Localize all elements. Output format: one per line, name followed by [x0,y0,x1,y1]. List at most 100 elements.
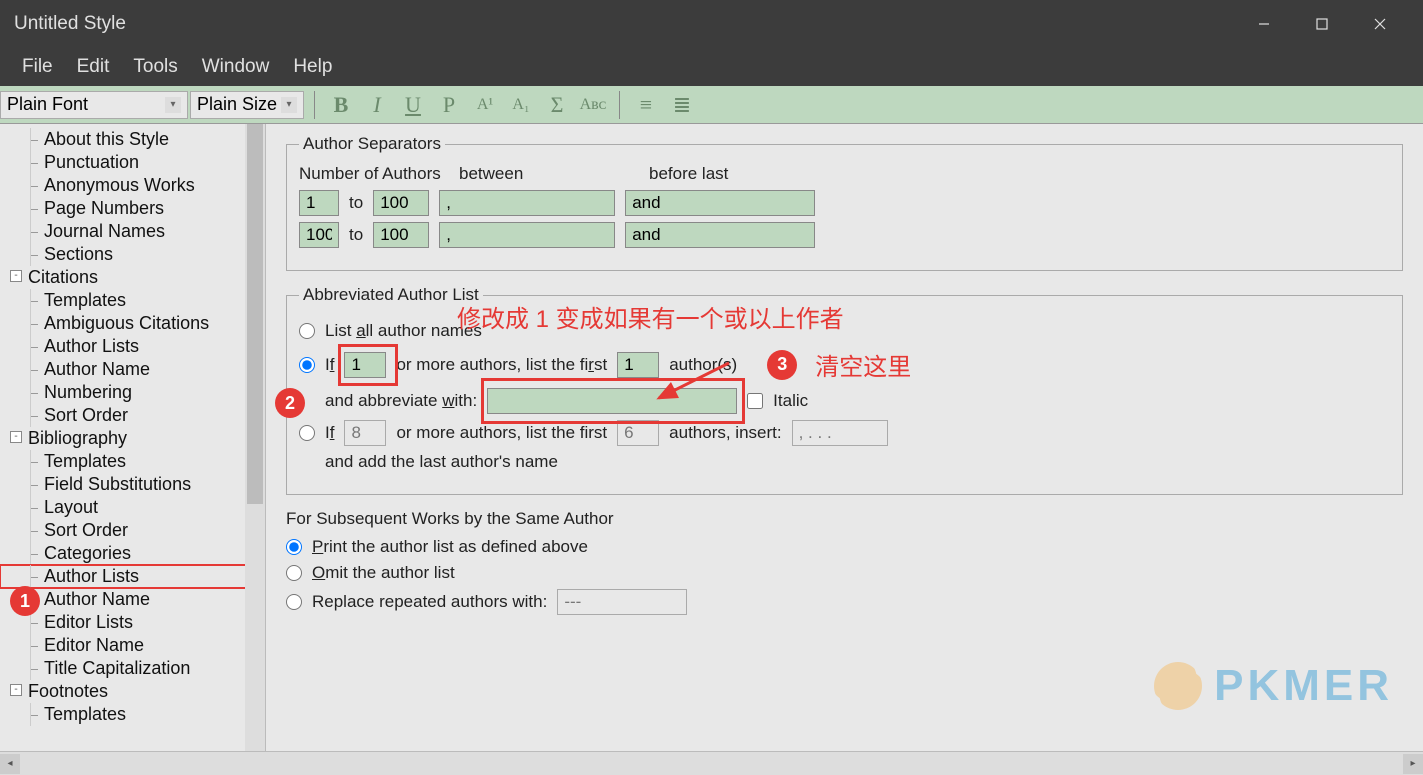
superscript-button[interactable]: A¹ [467,91,503,119]
tree-item[interactable]: Categories [0,542,265,565]
tree-item[interactable]: Punctuation [0,151,265,174]
menu-help[interactable]: Help [281,50,344,84]
authors-to-1[interactable] [373,190,429,216]
tree-item[interactable]: Sections [0,243,265,266]
insert-input[interactable] [792,420,888,446]
tree-item[interactable]: Field Substitutions [0,473,265,496]
header-number: Number of Authors [299,164,449,184]
underline-button[interactable]: U [395,91,431,119]
horizontal-scrollbar[interactable]: ◂ ▸ [0,751,1423,775]
align-left-button[interactable]: ≡ [628,91,664,119]
authors-to-2[interactable] [373,222,429,248]
minimize-button[interactable] [1235,0,1293,48]
tree-item-label: Title Capitalization [44,658,190,678]
between-2[interactable] [439,222,615,248]
font-combo-label: Plain Font [7,94,88,115]
tree-item[interactable]: Sort Order [0,404,265,427]
abbrev-with-input[interactable] [487,388,737,414]
smallcaps-button[interactable]: Aʙᴄ [575,91,611,119]
radio-replace[interactable] [286,594,302,610]
radio-list-all[interactable] [299,323,315,339]
expand-icon[interactable]: - [10,431,22,443]
tree-group[interactable]: -Bibliography [0,427,265,450]
to-label: to [349,193,363,213]
first-value-2[interactable] [617,420,659,446]
tree-item[interactable]: Editor Name [0,634,265,657]
replace-input[interactable] [557,589,687,615]
tree-item[interactable]: Templates [0,450,265,473]
tree-item[interactable]: Templates [0,289,265,312]
sidebar-scrollbar[interactable] [245,124,265,751]
author-separators-group: Author Separators Number of Authors betw… [286,134,1403,271]
radio-if-2[interactable] [299,425,315,441]
tree-item[interactable]: Author Name [0,358,265,381]
label-italic: Italic [773,391,808,411]
tree-item-label: Ambiguous Citations [44,313,209,333]
font-combo[interactable]: Plain Font ▾ [0,91,188,119]
expand-icon[interactable]: - [10,684,22,696]
authors-from-2[interactable] [299,222,339,248]
between-1[interactable] [439,190,615,216]
tree-item-label: Author Lists [44,566,139,586]
tree-item[interactable]: About this Style [0,128,265,151]
menu-window[interactable]: Window [190,50,282,84]
expand-icon[interactable]: - [10,270,22,282]
tree-group[interactable]: -Citations [0,266,265,289]
tree-item[interactable]: Page Numbers [0,197,265,220]
if-value-1[interactable] [344,352,386,378]
tree-item[interactable]: Journal Names [0,220,265,243]
radio-omit[interactable] [286,565,302,581]
first-value-1[interactable] [617,352,659,378]
tree-item-label: Editor Lists [44,612,133,632]
content-panel: Author Separators Number of Authors betw… [266,124,1423,751]
tree-group[interactable]: -Footnotes [0,680,265,703]
size-combo[interactable]: Plain Size▾ [190,91,304,119]
tree-item-label: Footnotes [28,681,108,701]
if-value-2[interactable] [344,420,386,446]
format-toolbar: Plain Font▾ Plain Size▾ B I U P A¹ A₁ Σ … [0,86,1423,124]
tree-item-label: Bibliography [28,428,127,448]
menu-edit[interactable]: Edit [65,50,122,84]
bold-button[interactable]: B [323,91,359,119]
symbol-button[interactable]: Σ [539,91,575,119]
tree-item[interactable]: Anonymous Works [0,174,265,197]
label-insert: authors, insert: [669,423,781,443]
tree-item[interactable]: Ambiguous Citations [0,312,265,335]
radio-if-1[interactable] [299,357,315,373]
italic-button[interactable]: I [359,91,395,119]
tree-item-label: Templates [44,451,126,471]
dropdown-icon: ▾ [165,97,181,113]
subscript-button[interactable]: A₁ [503,91,539,119]
italic-checkbox[interactable] [747,393,763,409]
close-button[interactable] [1351,0,1409,48]
plain-button[interactable]: P [431,91,467,119]
tree-item[interactable]: Numbering [0,381,265,404]
maximize-button[interactable] [1293,0,1351,48]
tree-item-label: Sections [44,244,113,264]
tree-item-label: Journal Names [44,221,165,241]
tree-item-label: Templates [44,290,126,310]
before-last-1[interactable] [625,190,815,216]
tree-item-label: Layout [44,497,98,517]
tree-item[interactable]: Templates [0,703,265,726]
style-tree[interactable]: About this StylePunctuationAnonymous Wor… [0,124,265,730]
tree-item[interactable]: Author Lists [0,565,265,588]
scroll-right-icon[interactable]: ▸ [1403,754,1423,774]
label-replace: Replace repeated authors with: [312,592,547,612]
menu-file[interactable]: File [10,50,65,84]
align-justify-button[interactable]: ≣ [664,91,700,119]
menu-tools[interactable]: Tools [121,50,189,84]
size-combo-label: Plain Size [197,94,277,115]
tree-item-label: Anonymous Works [44,175,195,195]
tree-item[interactable]: Author Lists [0,335,265,358]
scroll-left-icon[interactable]: ◂ [0,754,20,774]
tree-item[interactable]: Sort Order [0,519,265,542]
tree-item[interactable]: Layout [0,496,265,519]
tree-item[interactable]: Title Capitalization [0,657,265,680]
authors-from-1[interactable] [299,190,339,216]
radio-print[interactable] [286,539,302,555]
label-if-2: If [325,423,334,443]
before-last-2[interactable] [625,222,815,248]
author-separators-legend: Author Separators [299,134,445,154]
tree-item[interactable]: Editor Lists [0,611,265,634]
